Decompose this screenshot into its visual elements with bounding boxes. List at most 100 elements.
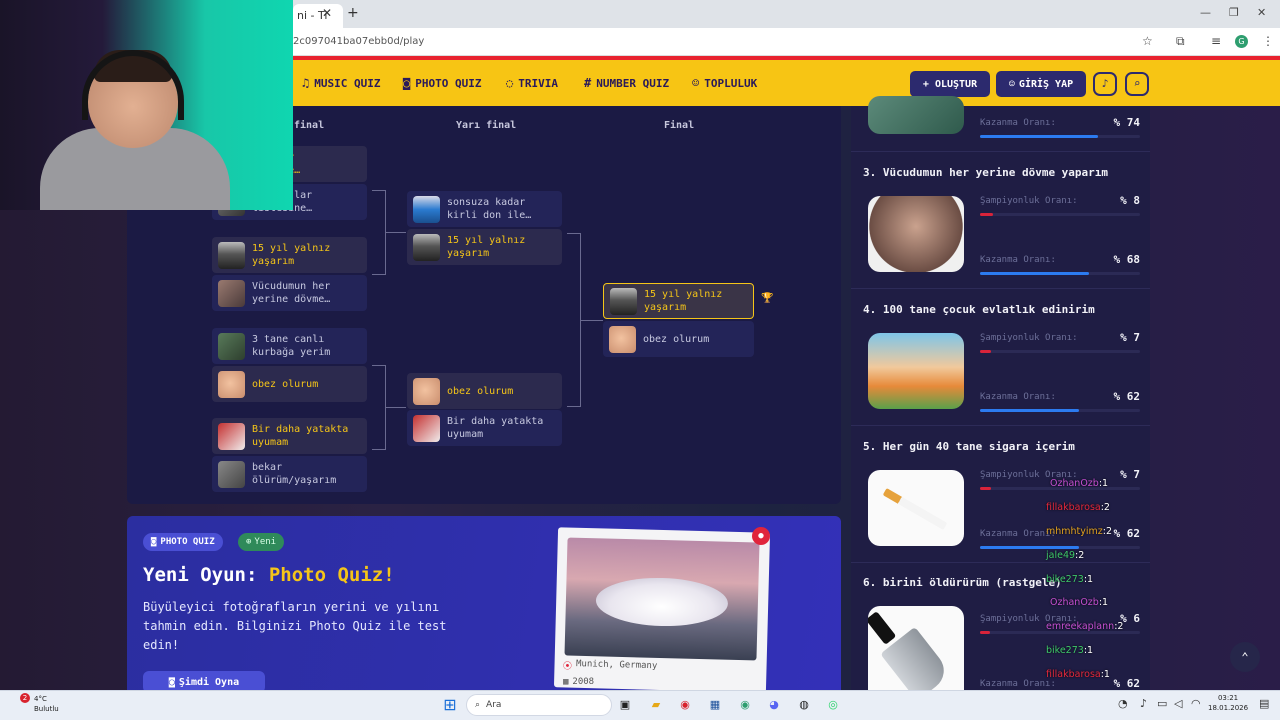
notification-bell-icon[interactable]: ♪	[1093, 72, 1117, 96]
chat-message: bike273:1	[1046, 645, 1093, 656]
bracket-card[interactable]: obez olurum	[407, 373, 562, 409]
champion-rate-fill	[980, 487, 992, 490]
choice-label: 15 yıl yalnız yaşarım	[252, 243, 331, 267]
windows-taskbar	[0, 690, 1280, 720]
notification-center-icon[interactable]: ▤	[1259, 697, 1269, 710]
photo-quiz-tag: ◙ PHOTO QUIZ	[143, 533, 223, 551]
photo-location-label: Munich, Germany	[575, 659, 658, 672]
win-rate-bar	[980, 546, 1140, 549]
ranking-title: 5. Her gün 40 tane sigara içerim	[863, 440, 1075, 453]
calculator-icon[interactable]: ▦	[705, 695, 725, 715]
win-rate-bar	[980, 272, 1140, 275]
photo-location: ⦿ Munich, Germany	[563, 659, 658, 674]
stadium-shape	[595, 576, 729, 628]
round-header-quarter: final	[294, 120, 325, 131]
chat-user: mhmhtyimz	[1046, 526, 1103, 537]
login-button[interactable]: ☺ GİRİŞ YAP	[996, 71, 1086, 97]
photo-quiz-tag-label: PHOTO QUIZ	[160, 537, 215, 547]
tray-volume-icon[interactable]: ◁	[1174, 697, 1182, 710]
win-rate-label: Kazanma Oranı:	[980, 392, 1056, 402]
nav-photo-quiz[interactable]: ◙ PHOTO QUIZ	[403, 76, 481, 90]
bracket-card[interactable]: obez olurum	[212, 366, 367, 402]
round-header-semi: Yarı final	[456, 120, 517, 131]
bookmark-star-icon[interactable]: ☆	[1142, 34, 1153, 48]
search-icon[interactable]: ⌕	[1125, 72, 1149, 96]
chrome-profile-icon[interactable]: ◉	[735, 695, 755, 715]
tray-mic-icon[interactable]: ♪	[1140, 697, 1147, 710]
champion-rate-fill	[980, 631, 990, 634]
nav-topluluk[interactable]: ☺ TOPLULUK	[692, 76, 757, 90]
bracket-card[interactable]: obez olurum	[603, 321, 754, 357]
reading-list-icon[interactable]: ≡	[1211, 34, 1221, 48]
bracket-card[interactable]: Bir daha yatakta uyumam	[407, 410, 562, 446]
create-button[interactable]: + OLUŞTUR	[910, 71, 990, 97]
photo-year-label: 2008	[572, 677, 595, 687]
scroll-to-top-button[interactable]: ⌃	[1230, 642, 1260, 672]
bracket-card[interactable]: bekar ölürüm/yaşarım	[212, 456, 367, 492]
chat-user: OzhanOzb	[1050, 478, 1099, 489]
choice-thumbnail	[218, 370, 245, 398]
chrome-icon[interactable]: ◉	[675, 695, 695, 715]
rank-title-text: birini öldürürüm (rastgele)	[882, 576, 1062, 589]
address-bar[interactable]	[293, 28, 1280, 56]
weather-widget[interactable]: 4°C Bulutlu	[34, 694, 59, 714]
bracket-card[interactable]: 3 tane canlı kurbağa yerim	[212, 328, 367, 364]
file-explorer-icon[interactable]: ▰	[646, 695, 666, 715]
new-tab-icon[interactable]: +	[347, 5, 359, 21]
win-rate-value: % 68	[1113, 253, 1141, 266]
chat-count: :1	[1098, 597, 1109, 608]
champion-rate-label: Şampiyonluk Oranı:	[980, 333, 1078, 343]
browser-tab-bar	[293, 0, 1280, 28]
taskbar-clock[interactable]: 03:21 18.01.2026	[1208, 693, 1248, 713]
discord-icon[interactable]: ◕	[764, 695, 784, 715]
close-tab-icon[interactable]: ✕	[322, 6, 332, 20]
promo-title-highlight: Photo Quiz!	[268, 564, 395, 586]
start-menu-icon[interactable]: ⊞	[440, 695, 460, 715]
bracket-card[interactable]: 15 yıl yalnız yaşarım	[407, 229, 562, 265]
obs-icon[interactable]: ◍	[794, 695, 814, 715]
extensions-icon[interactable]: ⧉	[1176, 34, 1185, 49]
camera-icon: ◙	[168, 676, 175, 688]
browser-tab[interactable]: ni - Ti	[293, 4, 343, 28]
tray-wifi-icon[interactable]: ◠	[1191, 697, 1201, 710]
choice-label: 15 yıl yalnız yaşarım	[447, 235, 526, 259]
location-pin-icon: ●	[752, 527, 770, 545]
tray-battery-icon[interactable]: ▭	[1157, 697, 1167, 710]
champion-card[interactable]: 15 yıl yalnız yaşarım	[603, 283, 754, 319]
nav-music-quiz[interactable]: ♫ MUSIC QUIZ	[302, 76, 380, 90]
bracket-card[interactable]: 15 yıl yalnız yaşarım	[212, 237, 367, 273]
divider	[851, 288, 1150, 289]
task-view-icon[interactable]: ▣	[615, 695, 635, 715]
browser-menu-icon[interactable]: ⋮	[1262, 34, 1274, 48]
win-rate-fill	[980, 409, 1080, 412]
bracket-card[interactable]: sonsuza kadar kirli don ile…	[407, 191, 562, 227]
nav-number-quiz[interactable]: # NUMBER QUIZ	[584, 76, 669, 90]
champion-rate-fill	[980, 350, 992, 353]
chat-count: :2	[1114, 621, 1124, 632]
choice-label: sonsuza kadar kirli don ile…	[447, 197, 532, 221]
champion-rate-value: % 8	[1120, 194, 1140, 207]
choice-label: obez olurum	[447, 385, 514, 397]
bracket-card[interactable]: Bir daha yatakta uyumam	[212, 418, 367, 454]
bracket-card[interactable]: Vücudumun her yerine dövme…	[212, 275, 367, 311]
hash-icon: #	[584, 76, 592, 90]
whatsapp-icon[interactable]: ◎	[823, 695, 843, 715]
choice-thumbnail	[609, 325, 636, 353]
play-now-label: Şimdi Oyna	[178, 676, 240, 688]
tray-network-icon[interactable]: ◔	[1118, 697, 1128, 710]
maximize-icon[interactable]: ❐	[1229, 6, 1239, 19]
nav-trivia[interactable]: ◌ TRIVIA	[506, 76, 558, 90]
profile-avatar[interactable]: G	[1235, 35, 1248, 48]
champion-rate-fill	[980, 213, 993, 216]
taskbar-search[interactable]: ⌕ Ara	[466, 694, 612, 716]
promo-title: Yeni Oyun: Photo Quiz!	[143, 564, 395, 586]
bracket-connector	[581, 320, 603, 321]
chat-user: bike273	[1046, 574, 1084, 585]
chat-message: bike273:1	[1046, 574, 1093, 585]
url-text[interactable]: 2c097041ba07ebb0d/play	[293, 36, 424, 47]
chat-message: jale49:2	[1046, 550, 1084, 561]
new-badge: ⊕ Yeni	[238, 533, 285, 551]
minimize-icon[interactable]: —	[1200, 6, 1211, 19]
choice-thumbnail	[413, 414, 440, 442]
window-close-icon[interactable]: ✕	[1257, 6, 1266, 19]
